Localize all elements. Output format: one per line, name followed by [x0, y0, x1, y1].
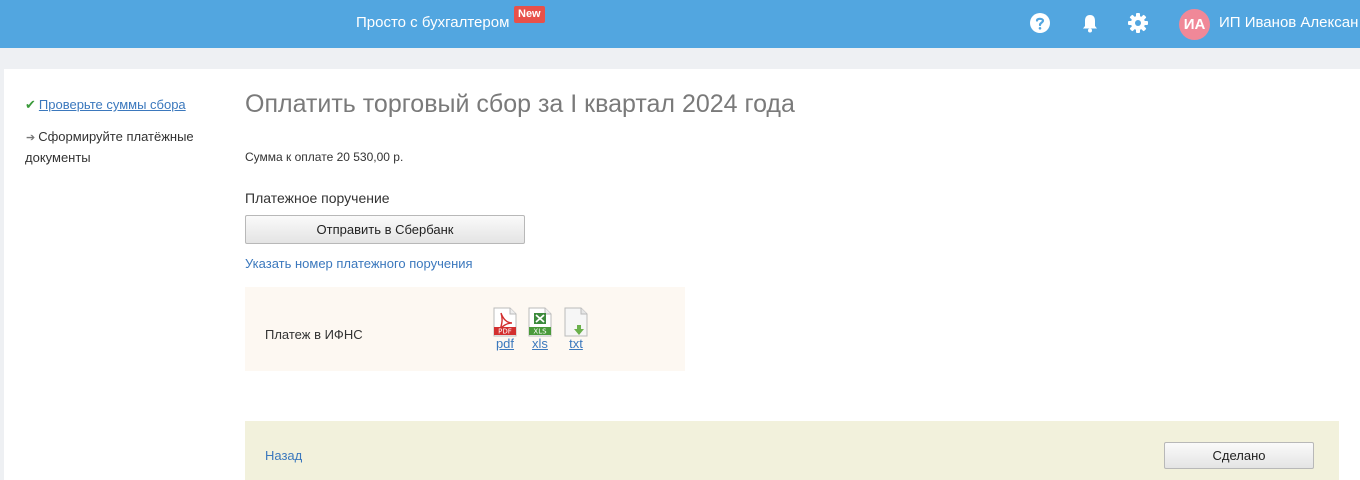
xls-file-icon[interactable]: XLS — [527, 307, 553, 337]
step-create-documents: ➔ Сформируйте платёжные документы — [25, 127, 215, 168]
payment-order-label: Платежное поручение — [245, 190, 390, 206]
xls-download[interactable]: XLS xls — [525, 307, 555, 351]
page-title: Оплатить торговый сбор за I квартал 2024… — [245, 90, 795, 118]
step-check-amounts[interactable]: ✔ Проверьте суммы сбора — [25, 95, 186, 115]
payment-label: Платеж в ИФНС — [265, 327, 363, 342]
new-badge: New — [514, 6, 545, 23]
pdf-link[interactable]: pdf — [490, 337, 520, 351]
specify-number-link[interactable]: Указать номер платежного поручения — [245, 256, 473, 271]
top-bar: Просто с бухгалтером New ИА ИП Иванов Ал… — [0, 0, 1360, 48]
txt-link[interactable]: txt — [561, 337, 591, 351]
arrow-right-icon: ➔ — [26, 132, 36, 144]
user-name[interactable]: ИП Иванов Алексан — [1219, 14, 1358, 31]
txt-file-icon[interactable] — [563, 307, 589, 337]
done-button[interactable]: Сделано — [1164, 442, 1314, 469]
txt-download[interactable]: txt — [561, 307, 591, 351]
step-link[interactable]: Проверьте суммы сбора — [39, 97, 186, 112]
footer-bar: Назад Сделано — [245, 421, 1339, 480]
back-link[interactable]: Назад — [265, 448, 302, 463]
amount-text: Сумма к оплате 20 530,00 р. — [245, 150, 404, 164]
check-icon: ✔ — [25, 97, 36, 112]
send-to-sberbank-button[interactable]: Отправить в Сбербанк — [245, 215, 525, 244]
xls-link[interactable]: xls — [525, 337, 555, 351]
pdf-file-icon[interactable]: PDF — [492, 307, 518, 337]
brand-title[interactable]: Просто с бухгалтером — [356, 14, 509, 31]
gear-icon[interactable] — [1127, 12, 1149, 34]
svg-text:PDF: PDF — [498, 328, 512, 336]
svg-text:XLS: XLS — [533, 328, 547, 336]
step-label: Сформируйте платёжные документы — [25, 129, 194, 165]
avatar[interactable]: ИА — [1179, 9, 1210, 40]
pdf-download[interactable]: PDF pdf — [490, 307, 520, 351]
bell-icon[interactable] — [1079, 12, 1101, 34]
payment-box: Платеж в ИФНС PDF pdf XLS xls txt — [245, 287, 685, 371]
help-icon[interactable] — [1029, 12, 1051, 34]
